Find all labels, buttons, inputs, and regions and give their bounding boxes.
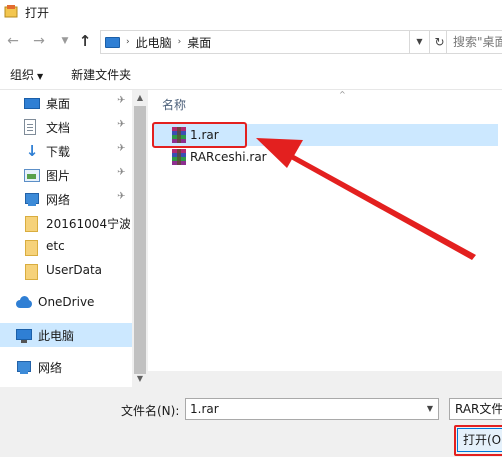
organize-button[interactable]: 组织 ▼ (10, 66, 43, 83)
forward-arrow-icon[interactable]: → (30, 32, 48, 50)
column-header-name[interactable]: 名称 (162, 96, 186, 113)
nav-scrollbar[interactable]: ▲ ▼ (132, 90, 148, 387)
filename-value: 1.rar (190, 402, 219, 416)
network-icon (16, 359, 32, 375)
sidebar-item-documents[interactable]: 文档 ✈ (0, 115, 132, 139)
sidebar-item-label: etc (46, 239, 65, 253)
sidebar-item-label: 20161004宁波预 (46, 217, 130, 231)
sidebar-item-pictures[interactable]: 图片 ✈ (0, 163, 132, 187)
folder-icon (24, 263, 40, 280)
sidebar-item-desktop[interactable]: 桌面 ✈ (0, 91, 132, 115)
annotation-highlight-open-button (454, 425, 502, 456)
address-row: ← → ▼ ↑ › 此电脑 › 桌面 ▼ ↻ 搜索"桌面" (0, 26, 502, 58)
pictures-icon (24, 169, 40, 182)
breadcrumb-this-pc[interactable]: 此电脑 (136, 34, 172, 51)
sidebar-item-folder-20161004[interactable]: 20161004宁波预 (0, 211, 132, 235)
sidebar-item-folder-etc[interactable]: etc (0, 235, 132, 259)
scrollbar-thumb[interactable] (134, 106, 146, 374)
sidebar-item-label: OneDrive (38, 295, 95, 309)
rar-icon (171, 149, 187, 165)
pin-icon[interactable]: ✈ (117, 95, 125, 106)
recent-locations-chevron-icon[interactable]: ▼ (56, 32, 74, 50)
title-bar: 打开 (0, 0, 502, 24)
sort-ascending-icon: ^ (339, 90, 346, 99)
onedrive-icon (16, 295, 32, 311)
sidebar-item-label: 此电脑 (38, 329, 75, 343)
address-bar[interactable]: › 此电脑 › 桌面 (100, 30, 410, 54)
new-folder-button[interactable]: 新建文件夹 (71, 66, 131, 83)
folder-icon (24, 239, 40, 256)
window-title: 打开 (25, 5, 50, 20)
pc-icon (16, 329, 32, 343)
chevron-right-icon[interactable]: › (126, 37, 130, 47)
network-icon (24, 191, 40, 207)
annotation-highlight-file (152, 122, 247, 148)
file-type-select[interactable]: RAR文件 (449, 398, 502, 420)
caret-down-icon: ▼ (37, 72, 44, 81)
sidebar-item-label: UserData (46, 263, 103, 277)
file-list-horizontal-scrollbar[interactable] (148, 371, 502, 387)
toolbar: 组织 ▼ 新建文件夹 (0, 60, 502, 90)
sidebar-item-label: 网络 (38, 361, 63, 375)
sidebar-item-this-pc[interactable]: 此电脑 (0, 323, 132, 347)
sidebar-item-folder-userdata[interactable]: UserData (0, 259, 132, 283)
download-icon: ↓ (25, 142, 39, 160)
scroll-up-icon[interactable]: ▲ (132, 90, 148, 106)
document-icon (24, 119, 36, 135)
chevron-down-icon[interactable]: ▼ (422, 399, 438, 419)
navigation-pane: 桌面 ✈ 文档 ✈ ↓ 下载 ✈ 图片 ✈ 网络 ✈ 20161004宁波预 e… (0, 90, 148, 387)
address-dropdown-chevron-icon[interactable]: ▼ (410, 30, 430, 54)
sidebar-item-network[interactable]: 网络 (0, 355, 132, 379)
filename-input[interactable]: 1.rar ▼ (185, 398, 439, 420)
pin-icon[interactable]: ✈ (117, 167, 125, 178)
search-input[interactable]: 搜索"桌面" (446, 30, 502, 54)
chevron-right-icon[interactable]: › (178, 37, 182, 47)
sidebar-item-onedrive[interactable]: OneDrive (0, 291, 132, 315)
back-arrow-icon[interactable]: ← (4, 32, 22, 50)
pin-icon[interactable]: ✈ (117, 143, 125, 154)
app-icon (4, 5, 18, 19)
file-row-rarceshi[interactable]: RARceshi.rar (152, 146, 498, 168)
pin-icon[interactable]: ✈ (117, 119, 125, 130)
up-arrow-icon[interactable]: ↑ (76, 32, 94, 50)
pin-icon[interactable]: ✈ (117, 191, 125, 202)
breadcrumb-desktop[interactable]: 桌面 (187, 34, 211, 51)
scroll-down-icon[interactable]: ▼ (132, 371, 148, 387)
organize-label: 组织 (10, 68, 35, 82)
desktop-icon (24, 98, 40, 109)
pc-icon (105, 36, 120, 48)
sidebar-item-network-pinned[interactable]: 网络 ✈ (0, 187, 132, 211)
filename-label: 文件名(N): (121, 404, 180, 418)
file-name: RARceshi.rar (190, 150, 267, 164)
folder-icon (24, 215, 40, 232)
sidebar-item-downloads[interactable]: ↓ 下载 ✈ (0, 139, 132, 163)
dialog-footer: 文件名(N): 1.rar ▼ RAR文件 打开(O) (0, 387, 502, 457)
